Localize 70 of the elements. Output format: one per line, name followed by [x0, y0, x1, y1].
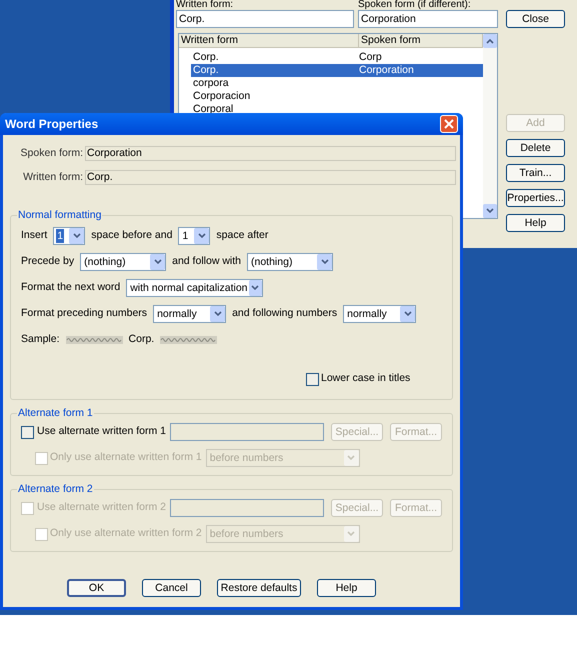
checkbox[interactable]	[21, 426, 34, 439]
dropdown[interactable]: with normal capitalization	[126, 279, 264, 298]
list-row[interactable]: Corp. Corp	[191, 51, 483, 64]
button[interactable]: Cancel	[142, 578, 201, 596]
readonly-field: Corp.	[85, 170, 456, 186]
column-header[interactable]: Spoken form	[359, 34, 483, 48]
option-label: space before and	[91, 228, 172, 244]
chevron-down-icon	[198, 233, 206, 240]
option-label: Sample:	[21, 332, 60, 348]
dropdown[interactable]: normally	[153, 305, 226, 324]
button[interactable]: OK	[67, 578, 126, 596]
list-row[interactable]: Corporal	[191, 103, 483, 116]
close-icon[interactable]	[440, 115, 458, 133]
option-label: Corp.	[128, 332, 154, 348]
chevron-down-icon	[347, 455, 356, 462]
option-label: space after	[216, 228, 268, 244]
list-row[interactable]: corpora	[191, 77, 483, 90]
group-title: Normal formatting	[17, 208, 102, 222]
button[interactable]: Properties...	[506, 189, 565, 207]
alternate-form-field[interactable]	[170, 423, 324, 442]
chevron-down-icon	[72, 233, 81, 240]
button[interactable]: Help	[506, 214, 565, 232]
field-label: Spoken form:	[20, 146, 84, 161]
option-label: Insert	[21, 228, 48, 244]
field-label: Written form:	[22, 170, 84, 185]
checkbox-label: Only use alternate written form 2	[50, 526, 202, 542]
list-row[interactable]: Corp. Corporation	[191, 64, 483, 77]
sample-squiggle-icon	[160, 336, 218, 344]
button[interactable]: Delete	[506, 139, 565, 157]
chevron-down-icon	[404, 311, 412, 318]
chevron-down-icon	[214, 311, 222, 318]
option-label: Precede by	[21, 254, 74, 270]
checkbox-label: Only use alternate written form 1	[50, 450, 202, 466]
chevron-down-icon	[486, 208, 494, 214]
list-row[interactable]: Corporacion	[191, 90, 483, 103]
checkbox-label: Use alternate written form 2	[37, 500, 166, 516]
chevron-down-icon	[251, 285, 260, 292]
chevron-down-icon	[347, 531, 356, 538]
option-label: and following numbers	[232, 306, 338, 322]
checkbox-label: Use alternate written form 1	[37, 424, 166, 440]
window-title: Word Properties	[5, 116, 98, 133]
sample-squiggle-icon	[66, 336, 123, 344]
close-button[interactable]: Close	[506, 10, 565, 28]
group-title: Alternate form 1	[17, 406, 94, 420]
dropdown[interactable]: (nothing)	[247, 253, 333, 272]
option-label: Format the next word	[21, 280, 120, 296]
dropdown[interactable]: (nothing)	[80, 253, 166, 272]
button[interactable]: Restore defaults	[217, 578, 301, 596]
checkbox[interactable]	[306, 372, 319, 386]
chevron-down-icon	[320, 259, 328, 266]
option-label: Format preceding numbers	[21, 306, 148, 322]
scroll-down-icon[interactable]	[483, 204, 497, 218]
dropdown[interactable]: normally	[343, 305, 416, 324]
spoken-form-field[interactable]: Corporation	[358, 10, 498, 28]
checkbox-label: Lower case in titles	[321, 371, 410, 386]
option-label: and follow with	[172, 254, 241, 270]
field-label: Written form:	[176, 0, 234, 10]
button[interactable]: Train...	[506, 164, 565, 182]
dropdown[interactable]: 1	[178, 227, 210, 246]
written-form-field[interactable]: Corp.	[176, 10, 354, 28]
alternate-form-field[interactable]	[170, 499, 324, 518]
column-header[interactable]: Written form	[179, 34, 359, 48]
chevron-down-icon	[154, 259, 162, 266]
dropdown[interactable]: 1	[53, 227, 86, 246]
group-title: Alternate form 2	[17, 482, 94, 496]
field-label: Spoken form (if different):	[358, 0, 471, 10]
scroll-up-icon[interactable]	[483, 34, 497, 48]
button[interactable]: Help	[317, 578, 376, 596]
scrollbar[interactable]	[483, 34, 497, 218]
readonly-field: Corporation	[85, 146, 456, 162]
